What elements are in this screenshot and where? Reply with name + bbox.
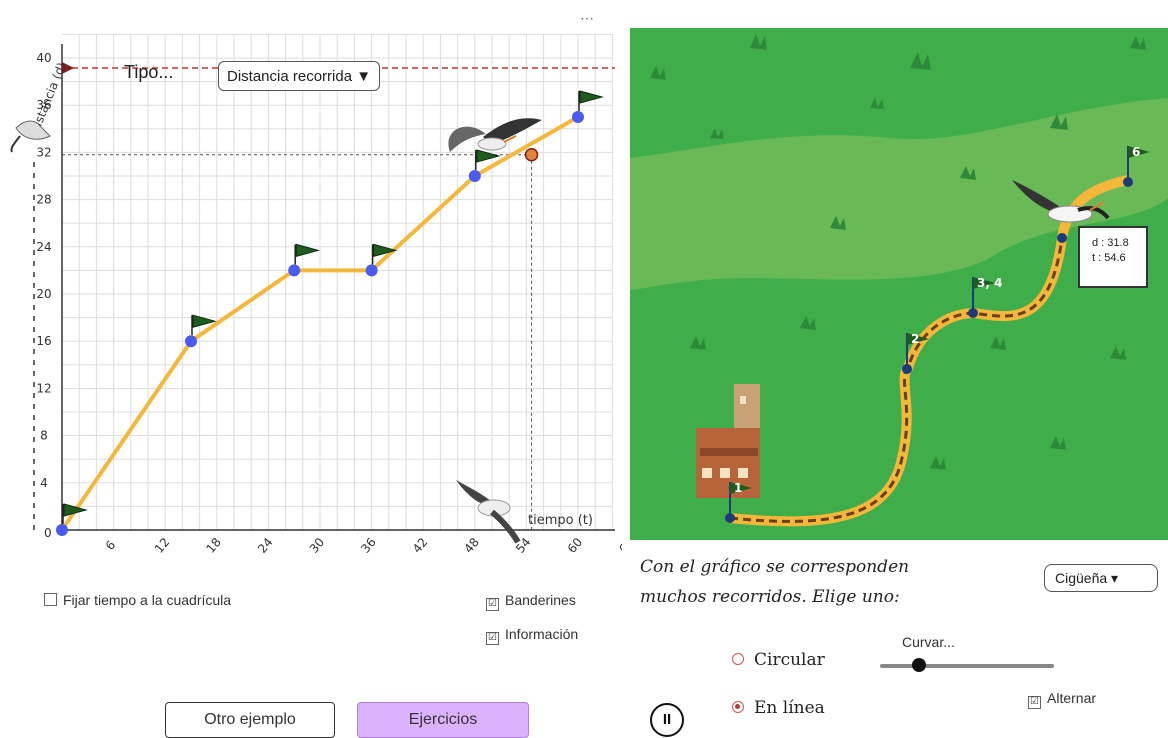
y-tick-label: 24: [36, 240, 51, 254]
curvar-slider[interactable]: [880, 664, 1054, 668]
x-tick-label: 48: [461, 535, 482, 556]
exercises-button[interactable]: Ejercicios: [357, 702, 529, 738]
flag-icon: [295, 243, 321, 258]
y-tick-label: 16: [36, 334, 51, 348]
x-axis-label: tiempo (t): [528, 513, 593, 528]
another-example-button[interactable]: Otro ejemplo: [165, 702, 335, 738]
flag-icon: [373, 243, 398, 258]
pause-icon: II: [662, 711, 672, 728]
y-tick-label: 4: [40, 476, 48, 490]
radio-unselected-icon: [732, 653, 744, 665]
current-point: [524, 148, 539, 162]
alternate-checkbox[interactable]: ☑ Alternar: [1028, 690, 1096, 709]
x-tick-label: 18: [203, 535, 224, 556]
fix-time-checkbox[interactable]: Fijar tiempo a la cuadrícula: [44, 592, 231, 608]
x-tick-label: 42: [410, 535, 431, 556]
bird-dropdown[interactable]: Cigüeña ▾: [1044, 564, 1158, 592]
data-point: [468, 170, 481, 182]
x-tick-label: 36: [358, 535, 379, 556]
data-point: [288, 264, 301, 277]
chevron-down-icon: ▼: [356, 68, 372, 85]
x-tick-label: 6: [103, 538, 119, 553]
graph-type-dropdown[interactable]: Distancia recorrida ▼: [218, 61, 381, 91]
data-point: [572, 111, 584, 123]
chevron-down-icon: ▾: [1111, 570, 1119, 586]
flag-label: 6: [1132, 145, 1140, 159]
data-point: [56, 524, 68, 536]
radio-selected-icon: [732, 701, 744, 713]
x-tick-label: 66: [616, 535, 622, 556]
info-box: d : 31.8 t : 54.6: [1078, 226, 1148, 288]
curvar-slider-handle[interactable]: [912, 658, 926, 672]
data-point: [185, 335, 197, 348]
x-tick-label: 30: [307, 535, 328, 556]
flag-label: 2: [911, 332, 919, 346]
x-tick-label: 12: [152, 535, 173, 556]
y-tick-label: 32: [36, 145, 51, 159]
x-tick-label: 60: [565, 535, 586, 556]
y-tick-label: 8: [40, 429, 48, 443]
checkbox-checked-icon: ☑: [1028, 696, 1041, 709]
pause-button[interactable]: II: [650, 703, 684, 737]
y-tick-label: 20: [36, 287, 51, 301]
en-linea-radio[interactable]: En línea: [732, 698, 825, 718]
distance-time-chart: 4812162024283236406 12 18 24 30 36 42 48 54 60 66 …: [10, 33, 622, 556]
checkbox-checked-icon: ☑: [486, 598, 499, 611]
y-tick-label: 40: [36, 51, 51, 65]
x-tick-label: 24: [255, 535, 276, 556]
statement-text: Con el gráfico se corresponden muchos re…: [640, 557, 910, 607]
y-tick-label: 12: [36, 381, 51, 395]
checkbox-checked-icon: ☑: [486, 632, 499, 645]
curvar-label: Curvar...: [902, 634, 955, 650]
circular-radio[interactable]: Circular: [732, 650, 825, 670]
origin-label: 0: [44, 526, 52, 540]
flag-icon: [476, 149, 501, 163]
checkbox-unchecked-icon: [44, 593, 57, 606]
flag-label: 1: [734, 481, 742, 495]
y-tick-label: 28: [36, 193, 51, 207]
type-label: Tipo...: [124, 62, 174, 82]
flag-label: 3, 4: [977, 276, 1002, 290]
flags-checkbox[interactable]: ☑ Banderines: [486, 592, 576, 611]
data-point: [365, 264, 378, 277]
info-checkbox[interactable]: ☑ Información: [486, 626, 578, 645]
flag-icon: [579, 90, 604, 104]
